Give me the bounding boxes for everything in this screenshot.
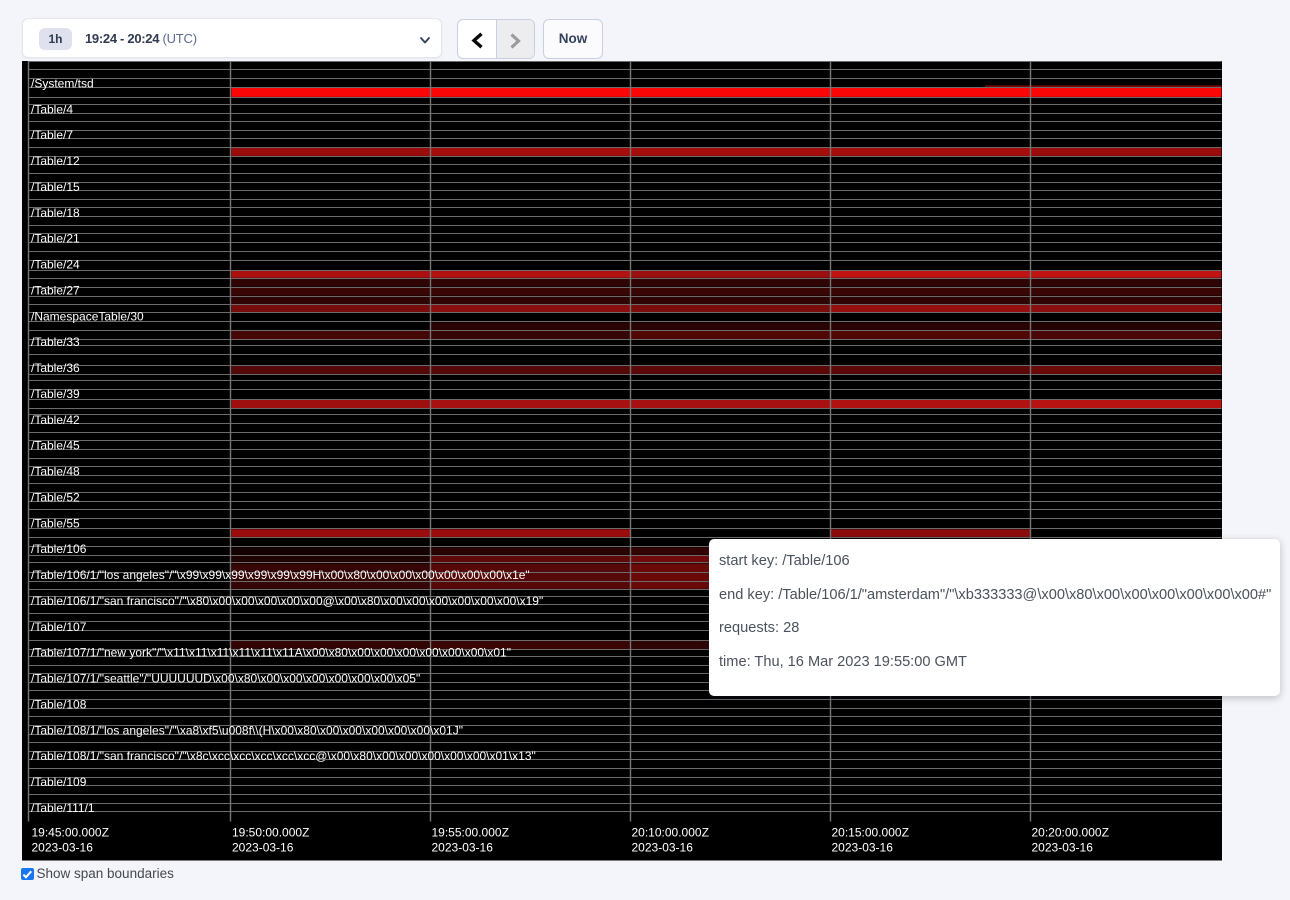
- svg-text:/Table/107: /Table/107: [31, 620, 87, 634]
- svg-text:2023-03-16: 2023-03-16: [232, 841, 294, 855]
- svg-text:/Table/108/1/"los angeles"/"\x: /Table/108/1/"los angeles"/"\xa8\xf5\u00…: [31, 723, 463, 737]
- svg-text:/Table/36: /Table/36: [31, 361, 80, 375]
- svg-text:/Table/107/1/"seattle"/"UUUUUU: /Table/107/1/"seattle"/"UUUUUUD\x00\x80\…: [31, 672, 420, 686]
- svg-text:/Table/55: /Table/55: [31, 516, 80, 530]
- svg-text:/Table/108: /Table/108: [31, 697, 87, 711]
- svg-text:19:55:00.000Z: 19:55:00.000Z: [432, 825, 509, 839]
- svg-text:/Table/15: /Table/15: [31, 180, 80, 194]
- svg-text:/Table/39: /Table/39: [31, 387, 80, 401]
- svg-text:/Table/12: /Table/12: [31, 154, 80, 168]
- svg-text:/Table/27: /Table/27: [31, 283, 80, 297]
- svg-text:/Table/4: /Table/4: [31, 102, 73, 116]
- svg-text:19:50:00.000Z: 19:50:00.000Z: [232, 825, 309, 839]
- svg-text:/Table/21: /Table/21: [31, 232, 80, 246]
- svg-text:/NamespaceTable/30: /NamespaceTable/30: [31, 309, 144, 323]
- svg-text:2023-03-16: 2023-03-16: [632, 841, 694, 855]
- svg-text:/System/tsd: /System/tsd: [31, 76, 94, 90]
- svg-text:20:15:00.000Z: 20:15:00.000Z: [832, 825, 909, 839]
- svg-text:/Table/18: /Table/18: [31, 206, 80, 220]
- svg-text:/Table/108/1/"san francisco"/": /Table/108/1/"san francisco"/"\x8c\xcc\x…: [31, 749, 536, 763]
- svg-text:/Table/52: /Table/52: [31, 490, 80, 504]
- svg-text:2023-03-16: 2023-03-16: [32, 841, 94, 855]
- svg-text:2023-03-16: 2023-03-16: [1032, 841, 1094, 855]
- svg-text:20:10:00.000Z: 20:10:00.000Z: [632, 825, 709, 839]
- svg-text:/Table/107/1/"new york"/"\x11\: /Table/107/1/"new york"/"\x11\x11\x11\x1…: [31, 646, 511, 660]
- svg-text:19:45:00.000Z: 19:45:00.000Z: [32, 825, 109, 839]
- svg-text:/Table/106/1/"los angeles"/"\x: /Table/106/1/"los angeles"/"\x99\x99\x99…: [31, 568, 530, 582]
- svg-text:/Table/109: /Table/109: [31, 775, 87, 789]
- svg-text:/Table/111/1: /Table/111/1: [31, 801, 95, 815]
- svg-text:/Table/45: /Table/45: [31, 439, 80, 453]
- svg-text:2023-03-16: 2023-03-16: [432, 841, 494, 855]
- svg-text:2023-03-16: 2023-03-16: [832, 841, 894, 855]
- svg-text:/Table/24: /Table/24: [31, 258, 80, 272]
- svg-text:/Table/106/1/"san francisco"/": /Table/106/1/"san francisco"/"\x80\x00\x…: [31, 594, 543, 608]
- svg-text:20:20:00.000Z: 20:20:00.000Z: [1032, 825, 1109, 839]
- svg-text:/Table/106: /Table/106: [31, 542, 87, 556]
- svg-text:/Table/48: /Table/48: [31, 465, 80, 479]
- svg-text:/Table/42: /Table/42: [31, 413, 80, 427]
- svg-text:/Table/33: /Table/33: [31, 335, 80, 349]
- svg-text:/Table/7: /Table/7: [31, 128, 73, 142]
